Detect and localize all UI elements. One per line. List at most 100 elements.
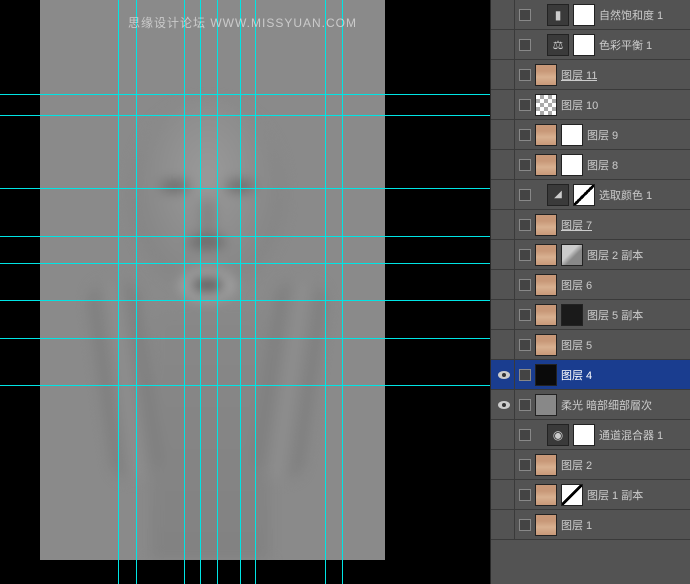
layer-row[interactable]: 色彩平衡 1: [491, 30, 690, 60]
guide-horizontal[interactable]: [0, 385, 490, 386]
layer-name[interactable]: 图层 8: [587, 157, 618, 173]
visibility-toggle[interactable]: [493, 60, 515, 90]
layer-thumbnail[interactable]: [535, 454, 557, 476]
layer-row[interactable]: 图层 4: [491, 360, 690, 390]
layer-thumbnail[interactable]: [535, 154, 557, 176]
layer-row[interactable]: 图层 5 副本: [491, 300, 690, 330]
layer-row[interactable]: 通道混合器 1: [491, 420, 690, 450]
guide-vertical[interactable]: [240, 0, 241, 584]
layer-thumbnail[interactable]: [535, 64, 557, 86]
layer-row[interactable]: 图层 8: [491, 150, 690, 180]
layer-name[interactable]: 图层 11: [561, 67, 597, 83]
layer-name[interactable]: 选取颜色 1: [599, 187, 652, 203]
layer-checkbox[interactable]: [519, 9, 531, 21]
visibility-toggle[interactable]: [493, 210, 515, 240]
layer-row[interactable]: 图层 5: [491, 330, 690, 360]
mask-thumbnail[interactable]: [573, 4, 595, 26]
layer-row[interactable]: 图层 11: [491, 60, 690, 90]
visibility-toggle[interactable]: [493, 0, 515, 30]
visibility-toggle[interactable]: [493, 180, 515, 210]
visibility-toggle[interactable]: [493, 240, 515, 270]
adjustment-icon[interactable]: [547, 424, 569, 446]
guide-vertical[interactable]: [200, 0, 201, 584]
layer-name[interactable]: 图层 1 副本: [587, 487, 643, 503]
mask-thumbnail[interactable]: [573, 34, 595, 56]
guide-vertical[interactable]: [217, 0, 218, 584]
guide-horizontal[interactable]: [0, 338, 490, 339]
visibility-toggle[interactable]: [493, 450, 515, 480]
visibility-toggle[interactable]: [493, 270, 515, 300]
layer-row[interactable]: 图层 1: [491, 510, 690, 540]
layer-thumbnail[interactable]: [535, 364, 557, 386]
artboard[interactable]: [40, 0, 385, 560]
layer-row[interactable]: 图层 1 副本: [491, 480, 690, 510]
layer-thumbnail[interactable]: [535, 274, 557, 296]
layer-checkbox[interactable]: [519, 249, 531, 261]
layer-row[interactable]: 图层 2: [491, 450, 690, 480]
layer-row[interactable]: 柔光 暗部细部層次: [491, 390, 690, 420]
layer-thumbnail[interactable]: [535, 214, 557, 236]
visibility-toggle[interactable]: [493, 120, 515, 150]
mask-thumbnail[interactable]: [561, 154, 583, 176]
visibility-toggle[interactable]: [493, 90, 515, 120]
layer-thumbnail[interactable]: [535, 514, 557, 536]
guide-vertical[interactable]: [136, 0, 137, 584]
layer-checkbox[interactable]: [519, 309, 531, 321]
layer-name[interactable]: 图层 5: [561, 337, 592, 353]
layer-name[interactable]: 图层 9: [587, 127, 618, 143]
visibility-toggle[interactable]: [493, 390, 515, 420]
adjustment-icon[interactable]: [547, 184, 569, 206]
layer-checkbox[interactable]: [519, 369, 531, 381]
layer-name[interactable]: 通道混合器 1: [599, 427, 663, 443]
layer-checkbox[interactable]: [519, 99, 531, 111]
layer-thumbnail[interactable]: [535, 484, 557, 506]
layer-name[interactable]: 图层 1: [561, 517, 592, 533]
layer-checkbox[interactable]: [519, 189, 531, 201]
canvas-area[interactable]: 思缘设计论坛 WWW.MISSYUAN.COM: [0, 0, 490, 584]
layer-name[interactable]: 色彩平衡 1: [599, 37, 652, 53]
layer-thumbnail[interactable]: [535, 334, 557, 356]
layer-thumbnail[interactable]: [535, 124, 557, 146]
visibility-toggle[interactable]: [493, 480, 515, 510]
guide-vertical[interactable]: [255, 0, 256, 584]
layer-checkbox[interactable]: [519, 519, 531, 531]
layer-checkbox[interactable]: [519, 129, 531, 141]
layer-checkbox[interactable]: [519, 69, 531, 81]
mask-thumbnail[interactable]: [561, 124, 583, 146]
layer-name[interactable]: 图层 7: [561, 217, 592, 233]
guide-horizontal[interactable]: [0, 115, 490, 116]
guide-vertical[interactable]: [342, 0, 343, 584]
layer-name[interactable]: 图层 10: [561, 97, 598, 113]
layer-row[interactable]: 选取颜色 1: [491, 180, 690, 210]
layer-name[interactable]: 图层 2 副本: [587, 247, 643, 263]
layer-row[interactable]: 图层 7: [491, 210, 690, 240]
adjustment-icon[interactable]: [547, 4, 569, 26]
layer-row[interactable]: 图层 6: [491, 270, 690, 300]
guide-horizontal[interactable]: [0, 94, 490, 95]
layer-checkbox[interactable]: [519, 219, 531, 231]
layer-name[interactable]: 图层 5 副本: [587, 307, 643, 323]
layer-checkbox[interactable]: [519, 279, 531, 291]
visibility-toggle[interactable]: [493, 510, 515, 540]
visibility-toggle[interactable]: [493, 420, 515, 450]
layer-row[interactable]: 图层 10: [491, 90, 690, 120]
layer-checkbox[interactable]: [519, 429, 531, 441]
guide-horizontal[interactable]: [0, 263, 490, 264]
layer-checkbox[interactable]: [519, 489, 531, 501]
layer-thumbnail[interactable]: [561, 484, 583, 506]
guide-horizontal[interactable]: [0, 188, 490, 189]
layer-thumbnail[interactable]: [535, 394, 557, 416]
adjustment-icon[interactable]: [547, 34, 569, 56]
layer-row[interactable]: 自然饱和度 1: [491, 0, 690, 30]
visibility-toggle[interactable]: [493, 150, 515, 180]
layer-row[interactable]: 图层 9: [491, 120, 690, 150]
guide-horizontal[interactable]: [0, 300, 490, 301]
layer-checkbox[interactable]: [519, 339, 531, 351]
layer-checkbox[interactable]: [519, 159, 531, 171]
guide-vertical[interactable]: [184, 0, 185, 584]
layer-name[interactable]: 图层 6: [561, 277, 592, 293]
visibility-toggle[interactable]: [493, 360, 515, 390]
visibility-toggle[interactable]: [493, 330, 515, 360]
guide-vertical[interactable]: [325, 0, 326, 584]
mask-thumbnail[interactable]: [573, 424, 595, 446]
